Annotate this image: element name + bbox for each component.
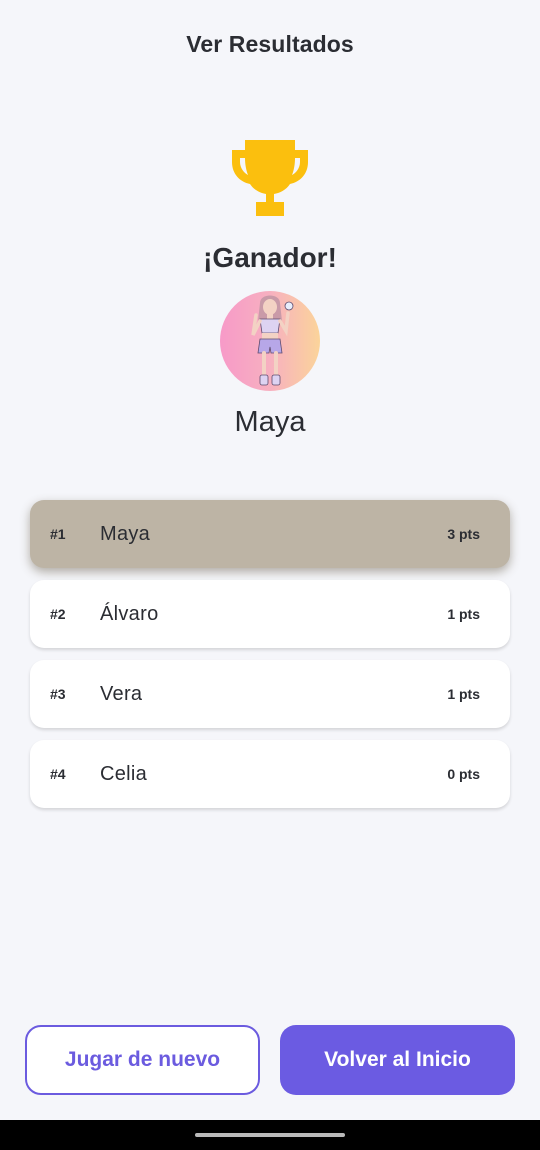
ranking-row-4: #4 Celia 0 pts [30,740,510,808]
player-name: Vera [100,682,143,705]
player-name: Álvaro [100,602,159,625]
play-again-button[interactable]: Jugar de nuevo [25,1025,260,1095]
rank-position: #2 [50,606,66,622]
rank-position: #1 [50,526,66,542]
ranking-row-3: #3 Vera 1 pts [30,660,510,728]
ranking-row-1: #1 Maya 3 pts [30,500,510,568]
page-title: Ver Resultados [186,30,354,57]
home-gesture-handle[interactable] [195,1133,345,1137]
app-bar: Ver Resultados [0,0,540,88]
player-points: 3 pts [447,526,480,542]
back-home-button[interactable]: Volver al Inicio [280,1025,515,1095]
rank-position: #4 [50,766,66,782]
player-points: 0 pts [447,766,480,782]
ranking-row-2: #2 Álvaro 1 pts [30,580,510,648]
player-points: 1 pts [447,686,480,702]
winner-avatar [220,291,320,391]
system-nav-bar [0,1120,540,1150]
player-points: 1 pts [447,606,480,622]
winner-title: ¡Ganador! [203,242,337,273]
player-name: Celia [100,762,148,785]
winner-name: Maya [234,406,306,438]
trophy-icon [230,138,310,218]
ranking-list: #1 Maya 3 pts #2 Álvaro 1 pts #3 Vera 1 … [30,500,510,820]
player-name: Maya [100,522,151,545]
rank-position: #3 [50,686,66,702]
